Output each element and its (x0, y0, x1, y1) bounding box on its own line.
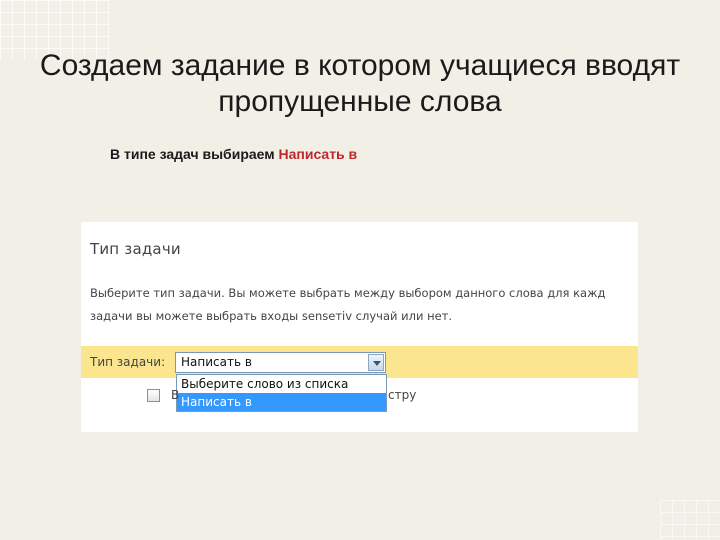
panel-description: Выберите тип задачи. Вы можете выбрать м… (90, 282, 638, 328)
task-type-select-value: Написать в (181, 355, 252, 369)
dropdown-option-write-in[interactable]: Написать в (177, 393, 386, 411)
checkbox-label-start: В (171, 388, 180, 402)
slide-title-line-2: пропущенные слова (218, 85, 502, 118)
dropdown-option-select-word[interactable]: Выберите слово из списка (177, 375, 386, 393)
panel-description-line-2: задачи вы можете выбрать входы senseтiv … (90, 309, 453, 323)
instruction-text: В типе задач выбираем Написать в (110, 146, 357, 162)
checkbox-label-end: стру (388, 388, 417, 402)
task-type-panel: Тип задачи Выберите тип задачи. Вы может… (81, 222, 638, 432)
task-type-select[interactable]: Написать в (175, 352, 386, 373)
slide-title-line-1: Создаем задание в котором учащиеся вводя… (39, 49, 681, 82)
instruction-prefix: В типе задач выбираем (110, 146, 279, 162)
panel-description-line-1: Выберите тип задачи. Вы можете выбрать м… (90, 286, 606, 300)
task-type-label: Тип задачи: (90, 355, 166, 369)
instruction-highlight: Написать в (278, 146, 358, 162)
slide-title: Создаем задание в котором учащиеся вводя… (0, 48, 720, 120)
chevron-down-icon[interactable] (368, 354, 384, 371)
panel-heading: Тип задачи (90, 240, 181, 258)
task-type-dropdown: Выберите слово из списка Написать в (176, 374, 387, 412)
case-sensitive-checkbox[interactable] (147, 389, 160, 402)
decorative-grid-corner (660, 500, 720, 540)
